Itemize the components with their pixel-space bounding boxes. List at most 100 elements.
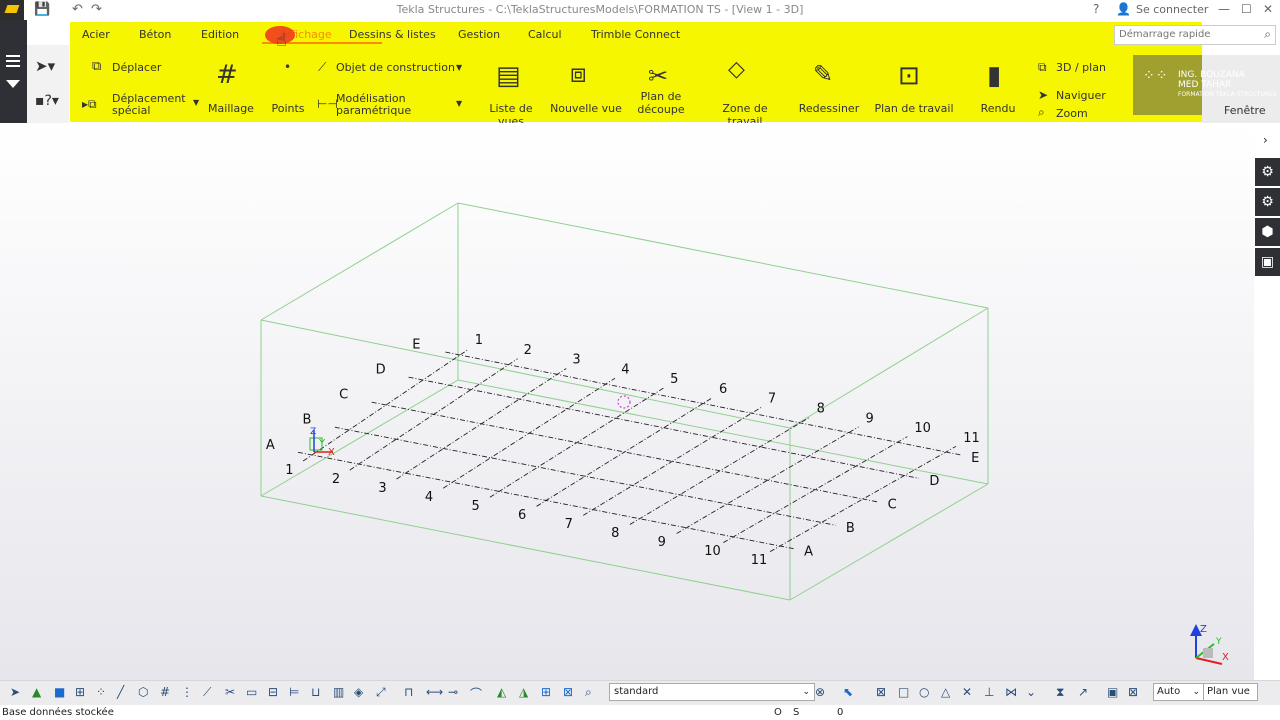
render-icon[interactable]: ▮ [987,61,1001,91]
deplacement-special-button[interactable]: Déplacement spécial [112,93,192,117]
snap-hourglass-icon[interactable]: ⧗ [1056,685,1064,700]
snap-box-icon[interactable]: ⊠ [876,685,886,699]
fenetre-button[interactable]: Fenêtre [1224,104,1266,117]
modelisation-parametrique-button[interactable]: Modélisation paramétrique [336,93,446,117]
snap-square-icon[interactable]: □ [898,685,909,699]
select-grid-icon[interactable]: # [160,685,170,699]
chevron-down-icon[interactable]: ▼ [456,63,462,72]
help-button[interactable]: ? [1093,2,1099,16]
new-view-icon[interactable]: ⧈ [570,59,587,90]
close-button[interactable]: ✕ [1263,2,1273,16]
3d-plan-icon[interactable]: ⧉ [1038,60,1047,75]
select-pointer-icon[interactable]: ➤▾ [35,57,55,75]
maximize-button[interactable]: ☐ [1241,2,1252,16]
select-objects-icon[interactable]: ■ [54,685,65,699]
snap-geom-lines-icon[interactable]: ⟷ [426,685,443,699]
select-reinforcement-icon[interactable]: ⊔ [311,685,320,699]
tab-gestion[interactable]: Gestion [458,28,500,41]
filter-settings-icon[interactable]: ⊗ [815,685,825,699]
snap-switch-icon[interactable]: ⬉ [843,685,853,699]
smart-select-icon[interactable]: ◭ [497,685,506,699]
scissors-icon[interactable]: ✂ [648,62,668,90]
tab-dessins-listes[interactable]: Dessins & listes [349,28,436,41]
select-icon[interactable]: ➤ [10,685,20,699]
parametric-icon[interactable]: ⊢⊣ [317,97,338,111]
snap-perpendicular-icon[interactable]: ⊥ [984,685,994,699]
snap-extension-icon[interactable]: ⋈ [1005,685,1017,699]
quick-launch-input[interactable] [1115,26,1251,42]
tab-calcul[interactable]: Calcul [528,28,562,41]
plan-travail-button[interactable]: Plan de travail [874,102,954,115]
snap-triangle-icon[interactable]: △ [941,685,950,699]
chevron-down-icon[interactable]: ▼ [456,99,462,108]
select-detail-icon[interactable]: ⤢ [376,685,386,700]
select-cut-icon[interactable]: ✂ [225,685,235,699]
user-icon[interactable]: 👤 [1116,2,1131,16]
snap-nearest-icon[interactable]: ⊸ [448,685,458,699]
point-icon[interactable]: • [284,60,291,74]
objet-construction-button[interactable]: Objet de construction [336,62,455,74]
tab-acier[interactable]: Acier [82,28,110,41]
zoom-button[interactable]: Zoom [1056,108,1088,120]
points-button[interactable]: Points [266,102,310,115]
construction-object-icon[interactable]: ⟋ [318,60,326,75]
snap-circle-icon[interactable]: ○ [919,685,929,699]
minimize-button[interactable]: — [1218,2,1230,16]
snap-intersection-icon[interactable]: ✕ [962,685,972,699]
zoom-selected-icon[interactable]: ⌕ [585,685,592,700]
drag-drop-icon[interactable]: ◮ [519,685,528,699]
work-plane-icon[interactable]: ⊡ [898,61,920,91]
select-assembly-mode-icon[interactable]: ⊞ [541,685,551,699]
property-pane-icon[interactable]: ⚙ [1255,158,1280,186]
select-parts-icon[interactable]: ▲ [32,685,41,699]
deplacer-button[interactable]: Déplacer [112,62,161,74]
3d-plan-button[interactable]: 3D / plan [1056,62,1106,74]
snap-arc-icon[interactable]: ⌒ [470,685,482,702]
grid-icon[interactable]: # [216,60,238,90]
search-icon[interactable]: ⌕ [1264,27,1271,42]
select-layer-icon[interactable]: ◈ [354,685,363,699]
naviguer-button[interactable]: Naviguer [1056,90,1106,102]
plane-select[interactable]: Plan vue [1203,683,1258,701]
view-list-icon[interactable]: ▤ [496,61,521,91]
select-cube-icon[interactable]: ⬡ [138,685,148,699]
select-components-icon[interactable]: ⊞ [75,685,85,699]
tab-beton[interactable]: Béton [139,28,171,41]
inquire-icon[interactable]: ▪?▾ [35,93,59,109]
applications-icon[interactable]: ▣ [1255,248,1280,276]
navigate-icon[interactable]: ➤ [1038,88,1048,102]
select-lines-icon[interactable]: ╱ [117,685,124,699]
view-filter-select[interactable]: standard ⌄ [609,683,815,701]
select-points-icon[interactable]: ⁘ [96,685,106,699]
select-weld-icon[interactable]: ⟋ [203,685,211,700]
zoom-icon[interactable]: ⌕ [1038,105,1045,120]
tab-trimble-connect[interactable]: Trimble Connect [591,28,680,41]
move-icon[interactable]: ⧉ [92,59,101,74]
depth-mode-select[interactable]: Auto ⌄ [1153,683,1204,701]
model-view-3d[interactable]: 1 1 2 2 3 3 4 4 5 5 6 6 7 7 8 8 9 9 10 10 11 11 A A B B C C D D E E X Y… [0,123,1254,680]
snap-ref-lines-icon[interactable]: ⊓ [404,685,413,699]
redessiner-button[interactable]: Redessiner [797,102,861,115]
chevron-down-icon[interactable]: ⌄ [1192,684,1200,700]
chevron-down-icon[interactable]: ⌄ [802,684,810,700]
plan-decoupe-button[interactable]: Plan de découpe [630,90,692,116]
work-area-icon[interactable]: ◇ [728,57,745,82]
login-button[interactable]: Se connecter [1136,3,1208,16]
select-view-icon[interactable]: ▭ [246,685,257,699]
special-move-icon[interactable]: ▸⧉ [82,97,97,112]
nouvelle-vue-button[interactable]: Nouvelle vue [550,102,622,115]
maillage-button[interactable]: Maillage [205,102,257,115]
chevron-down-icon[interactable] [6,80,20,88]
catalog-cube-icon[interactable]: ⬢ [1255,218,1280,246]
snap-arrow-icon[interactable]: ↗ [1078,685,1088,699]
menu-icon[interactable] [6,52,20,70]
model-canvas[interactable]: 11223344556677889910101111AABBCCDDEE X Y… [0,123,1254,680]
rendu-button[interactable]: Rendu [975,102,1021,115]
select-gridline-icon[interactable]: ⋮ [181,685,193,699]
chevron-down-icon[interactable]: ▼ [193,98,199,107]
snap-plane-icon[interactable]: ▣ [1107,685,1118,699]
settings-icon[interactable]: ⚙ [1255,188,1280,216]
chevron-right-icon[interactable]: › [1263,133,1268,147]
snap-plane-box-icon[interactable]: ⊠ [1128,685,1138,699]
select-assembly-icon[interactable]: ⊨ [289,685,299,699]
